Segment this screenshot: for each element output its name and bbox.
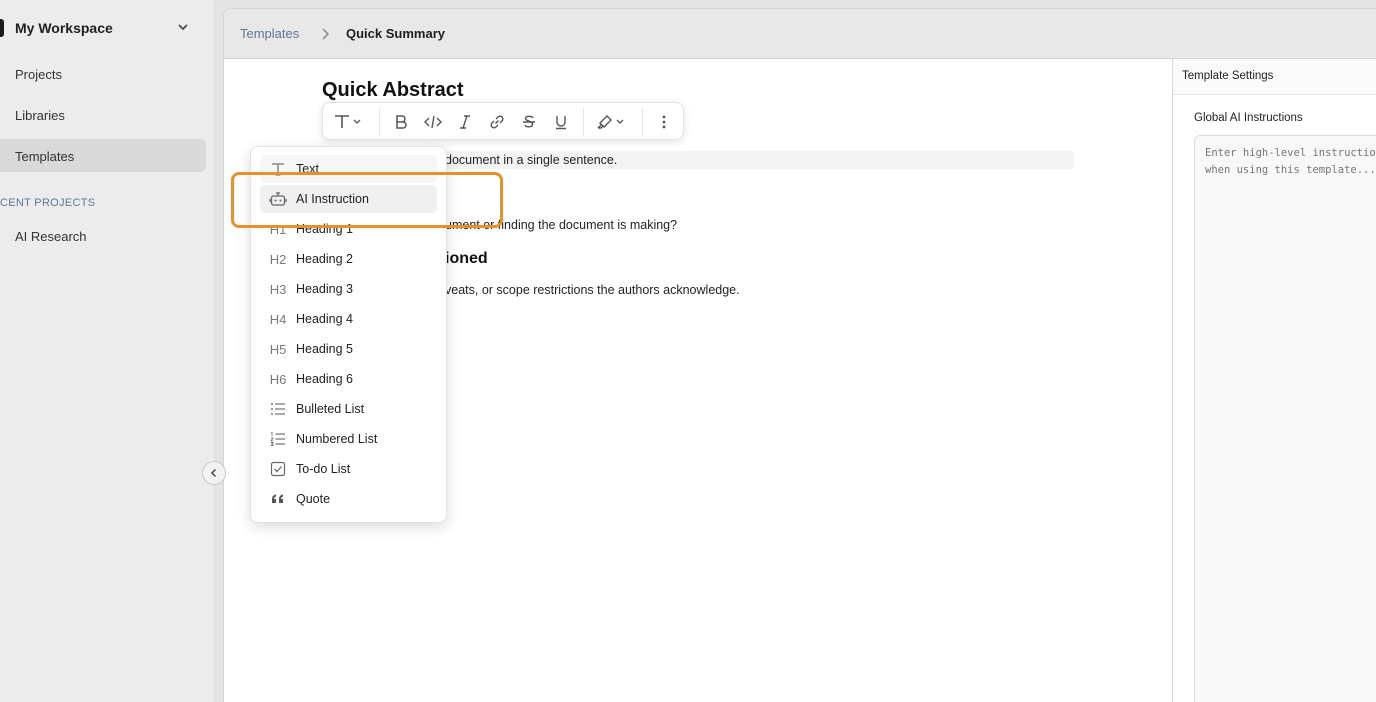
workspace-title[interactable]: My Workspace xyxy=(15,20,113,36)
menu-item-heading-2[interactable]: H2 Heading 2 xyxy=(260,245,437,273)
menu-item-label: Heading 6 xyxy=(296,372,353,386)
document-title[interactable]: Quick Abstract xyxy=(322,79,464,102)
menu-item-quote[interactable]: Quote xyxy=(260,485,437,513)
sidebar: My Workspace Projects Libraries Template… xyxy=(0,0,215,702)
recent-project-ai-research[interactable]: AI Research xyxy=(15,229,87,244)
document-line-1[interactable]: document in a single sentence. xyxy=(445,153,617,167)
numbered-list-icon xyxy=(268,429,288,449)
menu-item-heading-4[interactable]: H4 Heading 4 xyxy=(260,305,437,333)
underline-button[interactable] xyxy=(551,112,571,132)
link-button[interactable] xyxy=(487,112,507,132)
breadcrumb-templates[interactable]: Templates xyxy=(240,26,299,41)
menu-item-heading-6[interactable]: H6 Heading 6 xyxy=(260,365,437,393)
menu-item-label: AI Instruction xyxy=(296,192,369,206)
menu-item-numbered-list[interactable]: Numbered List xyxy=(260,425,437,453)
template-settings-panel: Template Settings Global AI Instructions xyxy=(1172,59,1376,702)
formatting-toolbar xyxy=(322,102,684,140)
menu-item-label: Heading 1 xyxy=(296,222,353,236)
bold-icon xyxy=(396,115,407,129)
heading-5-icon: H5 xyxy=(269,341,287,357)
code-icon xyxy=(424,115,442,129)
menu-item-text[interactable]: Text xyxy=(260,155,437,183)
menu-item-label: Quote xyxy=(296,492,331,506)
toolbar-divider xyxy=(642,108,643,136)
menu-item-label: Heading 2 xyxy=(296,252,353,266)
document-line-3[interactable]: veats, or scope restrictions the authors… xyxy=(445,283,740,297)
settings-header: Template Settings xyxy=(1173,59,1376,95)
menu-item-heading-5[interactable]: H5 Heading 5 xyxy=(260,335,437,363)
menu-item-label: Heading 5 xyxy=(296,342,353,356)
menu-item-label: Numbered List xyxy=(296,432,378,446)
top-bar: Templates Quick Summary xyxy=(224,9,1376,59)
sidebar-item-templates[interactable]: Templates xyxy=(15,149,74,164)
breadcrumb-chevron-icon xyxy=(322,28,330,40)
text-icon xyxy=(268,159,288,179)
heading-2-icon: H2 xyxy=(269,251,287,267)
more-icon xyxy=(662,115,666,129)
heading-3-icon: H3 xyxy=(269,281,287,297)
menu-item-label: Heading 4 xyxy=(296,312,353,326)
breadcrumb-current: Quick Summary xyxy=(346,26,445,41)
menu-item-todo-list[interactable]: To-do List xyxy=(260,455,437,483)
more-options-button[interactable] xyxy=(654,112,674,132)
menu-item-label: Text xyxy=(296,162,319,176)
chevron-down-icon[interactable] xyxy=(176,20,190,34)
text-type-icon xyxy=(335,115,361,128)
workspace-logo xyxy=(0,19,4,37)
text-type-dropdown[interactable] xyxy=(332,112,366,132)
strikethrough-icon xyxy=(523,115,535,128)
italic-icon xyxy=(460,115,470,129)
highlighter-icon xyxy=(597,115,624,129)
heading-4-icon: H4 xyxy=(269,311,287,327)
toolbar-divider xyxy=(583,108,584,136)
menu-item-label: To-do List xyxy=(296,462,351,476)
toolbar-divider xyxy=(379,108,380,136)
checkbox-icon xyxy=(268,459,288,479)
underline-icon xyxy=(556,116,566,130)
global-ai-instructions-label: Global AI Instructions xyxy=(1194,112,1303,124)
recent-projects-label: CENT PROJECTS xyxy=(0,197,96,209)
heading-6-icon: H6 xyxy=(269,371,287,387)
menu-item-heading-1[interactable]: H1 Heading 1 xyxy=(260,215,437,243)
block-type-menu: Text AI Instruction H1 Heading 1 H2 Head… xyxy=(250,146,447,523)
chevron-left-icon xyxy=(210,468,217,478)
bold-button[interactable] xyxy=(391,112,411,132)
document-line-2[interactable]: ument or finding the document is making? xyxy=(445,218,677,232)
code-button[interactable] xyxy=(423,112,443,132)
italic-button[interactable] xyxy=(455,112,475,132)
sidebar-item-libraries[interactable]: Libraries xyxy=(15,108,65,123)
bulleted-list-icon xyxy=(268,399,288,419)
collapse-sidebar-button[interactable] xyxy=(202,461,226,485)
settings-title: Template Settings xyxy=(1182,70,1274,82)
link-icon xyxy=(490,115,504,129)
highlight-dropdown[interactable] xyxy=(595,112,629,132)
robot-icon xyxy=(268,189,288,209)
menu-item-ai-instruction[interactable]: AI Instruction xyxy=(260,185,437,213)
quote-icon xyxy=(268,489,288,509)
global-ai-instructions-input[interactable] xyxy=(1194,135,1376,702)
menu-item-label: Heading 3 xyxy=(296,282,353,296)
heading-1-icon: H1 xyxy=(269,221,287,237)
menu-item-bulleted-list[interactable]: Bulleted List xyxy=(260,395,437,423)
menu-item-heading-3[interactable]: H3 Heading 3 xyxy=(260,275,437,303)
strikethrough-button[interactable] xyxy=(519,112,539,132)
document-heading[interactable]: ioned xyxy=(445,250,488,268)
sidebar-item-projects[interactable]: Projects xyxy=(15,67,62,82)
menu-item-label: Bulleted List xyxy=(296,402,365,416)
